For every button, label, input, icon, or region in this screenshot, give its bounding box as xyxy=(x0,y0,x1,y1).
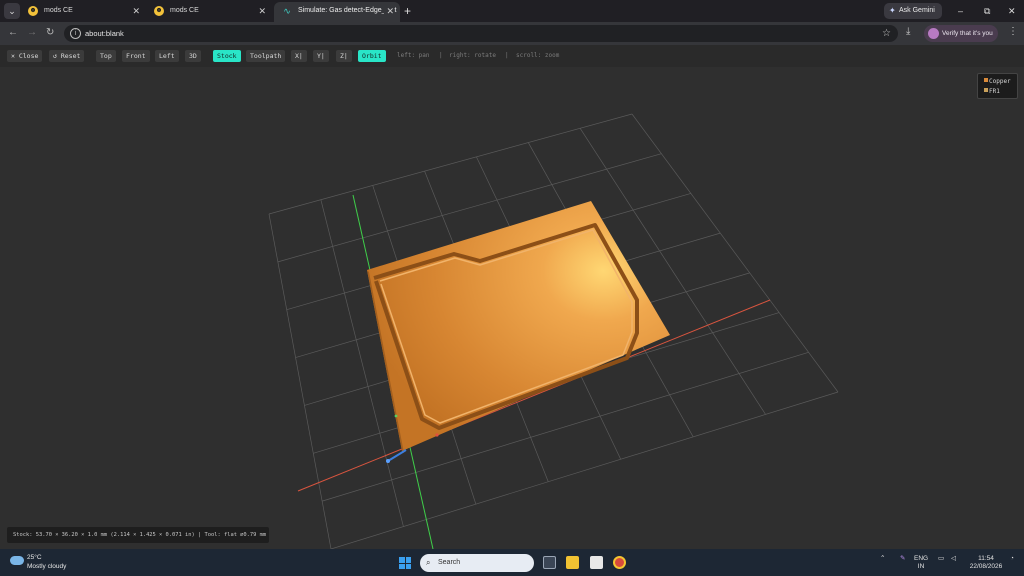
copper-stock xyxy=(367,201,670,451)
legend-label: Copper xyxy=(989,78,1011,85)
taskbar-search[interactable]: ⌕ Search xyxy=(420,554,534,572)
view-3d-button[interactable]: 3D xyxy=(185,50,201,62)
tab-strip: ⌄ ☻ mods CE ✕ ☻ mods CE ✕ ∿ Simulate: Ga… xyxy=(0,0,1024,22)
grid-line xyxy=(268,213,332,549)
lang-line2: IN xyxy=(917,563,925,570)
site-info-icon[interactable]: i xyxy=(70,28,81,39)
tab-title: mods CE xyxy=(170,7,199,14)
tray-chevron-icon[interactable]: ⌃ xyxy=(880,555,885,563)
back-arrow-icon[interactable]: ← xyxy=(8,26,18,40)
hint-rotate: right: rotate xyxy=(449,52,496,59)
tab-simulate[interactable]: ∿ Simulate: Gas detect-Edge_Cut ✕ xyxy=(274,2,400,22)
address-bar[interactable]: i about:blank ☆ xyxy=(64,25,898,42)
reset-button[interactable]: ↺ Reset xyxy=(49,50,85,62)
window-close-button[interactable]: ✕ xyxy=(1008,3,1016,19)
avatar xyxy=(928,28,939,39)
search-label: Search xyxy=(438,559,461,566)
sparkle-icon: ✦ xyxy=(889,6,896,15)
legend-item-fr1: FR1 xyxy=(984,87,1017,97)
verify-label: Verify that it's you xyxy=(942,30,993,37)
origin-x-marker xyxy=(435,433,439,437)
hint-zoom: scroll: zoom xyxy=(516,52,560,59)
lang-line1: ENG xyxy=(914,555,929,562)
material-legend: Copper FR1 xyxy=(977,73,1018,99)
origin-y-marker xyxy=(394,414,398,418)
x-axis-button[interactable]: X| xyxy=(291,50,307,62)
cloud-icon xyxy=(10,556,24,565)
chrome-icon[interactable] xyxy=(613,556,626,569)
browser-toolbar: ← → ↻ i about:blank ☆ xyxy=(0,22,1024,45)
weather-text: Mostly cloudy xyxy=(27,563,67,570)
grid-line xyxy=(268,113,633,215)
toolpath-toggle[interactable]: Toolpath xyxy=(246,50,286,62)
copper-swatch xyxy=(984,78,988,82)
close-icon[interactable]: ✕ xyxy=(132,2,140,20)
tab-mods-ce-1[interactable]: ☻ mods CE ✕ xyxy=(20,2,146,22)
time: 11:54 xyxy=(978,555,994,562)
z-axis-button[interactable]: Z| xyxy=(336,50,352,62)
grid-line xyxy=(631,113,839,393)
legend-label: FR1 xyxy=(989,88,1000,95)
search-icon: ⌕ xyxy=(426,558,431,567)
hint-separator: | xyxy=(505,52,509,59)
temperature: 25°C xyxy=(27,554,42,561)
pulse-icon: ∿ xyxy=(283,6,291,16)
y-axis-button[interactable]: Y| xyxy=(313,50,329,62)
notification-bell-icon[interactable]: ◔ xyxy=(1010,555,1014,563)
fr1-swatch xyxy=(984,88,988,92)
close-icon[interactable]: ✕ xyxy=(384,2,394,20)
mods-favicon-icon: ☻ xyxy=(154,6,164,16)
url-text[interactable]: about:blank xyxy=(85,25,124,42)
sim-toolbar: ✕ Close ↺ Reset Top Front Left 3D Stock … xyxy=(0,45,1024,67)
verify-profile-button[interactable]: Verify that it's you xyxy=(924,25,998,42)
mods-favicon-icon: ☻ xyxy=(28,6,38,16)
hint-pan: left: pan xyxy=(397,52,430,59)
view-front-button[interactable]: Front xyxy=(122,50,150,62)
bookmark-star-icon[interactable]: ☆ xyxy=(882,25,891,42)
close-button[interactable]: ✕ Close xyxy=(7,50,43,62)
download-icon[interactable]: ⤓ xyxy=(906,26,910,37)
language-indicator[interactable]: ENG IN xyxy=(914,555,928,571)
task-view-icon[interactable] xyxy=(543,556,556,569)
tab-title: mods CE xyxy=(44,7,73,14)
new-tab-button[interactable]: + xyxy=(404,3,411,19)
app-icon[interactable] xyxy=(590,556,603,569)
network-icon[interactable]: ▭ xyxy=(938,555,944,563)
legend-item-copper: Copper xyxy=(984,77,1017,87)
minimize-button[interactable]: – xyxy=(958,3,963,19)
close-icon[interactable]: ✕ xyxy=(258,2,266,20)
pen-icon[interactable]: ✎ xyxy=(900,555,905,563)
reload-icon[interactable]: ↻ xyxy=(46,26,54,40)
view-top-button[interactable]: Top xyxy=(96,50,116,62)
origin-point xyxy=(386,459,390,463)
restore-button[interactable]: ⧉ xyxy=(984,3,990,19)
ask-gemini-label: Ask Gemini xyxy=(899,7,935,14)
windows-start-icon[interactable] xyxy=(399,557,411,569)
file-explorer-icon[interactable] xyxy=(566,556,579,569)
stock-toggle[interactable]: Stock xyxy=(213,50,241,62)
more-menu-icon[interactable]: ⋮ xyxy=(1008,26,1018,37)
hint-separator: | xyxy=(439,52,443,59)
forward-arrow-icon[interactable]: → xyxy=(27,26,37,40)
stock-status: Stock: 53.70 × 36.20 × 1.0 mm (2.114 × 1… xyxy=(7,527,269,543)
tab-mods-ce-2[interactable]: ☻ mods CE ✕ xyxy=(146,2,272,22)
tab-search-button[interactable]: ⌄ xyxy=(4,3,20,19)
3d-viewport[interactable] xyxy=(0,67,1024,549)
date: 22/08/2026 xyxy=(969,563,1003,570)
clock[interactable]: 11:54 22/08/2026 xyxy=(966,555,1006,571)
scene-canvas[interactable] xyxy=(0,67,1024,549)
orbit-toggle[interactable]: Orbit xyxy=(358,50,386,62)
tab-title: Simulate: Gas detect-Edge_Cut xyxy=(298,7,397,14)
origin-z-marker xyxy=(387,449,407,462)
view-left-button[interactable]: Left xyxy=(155,50,179,62)
ask-gemini-button[interactable]: ✦ Ask Gemini xyxy=(884,3,942,19)
volume-icon[interactable]: ◁ xyxy=(951,555,956,563)
